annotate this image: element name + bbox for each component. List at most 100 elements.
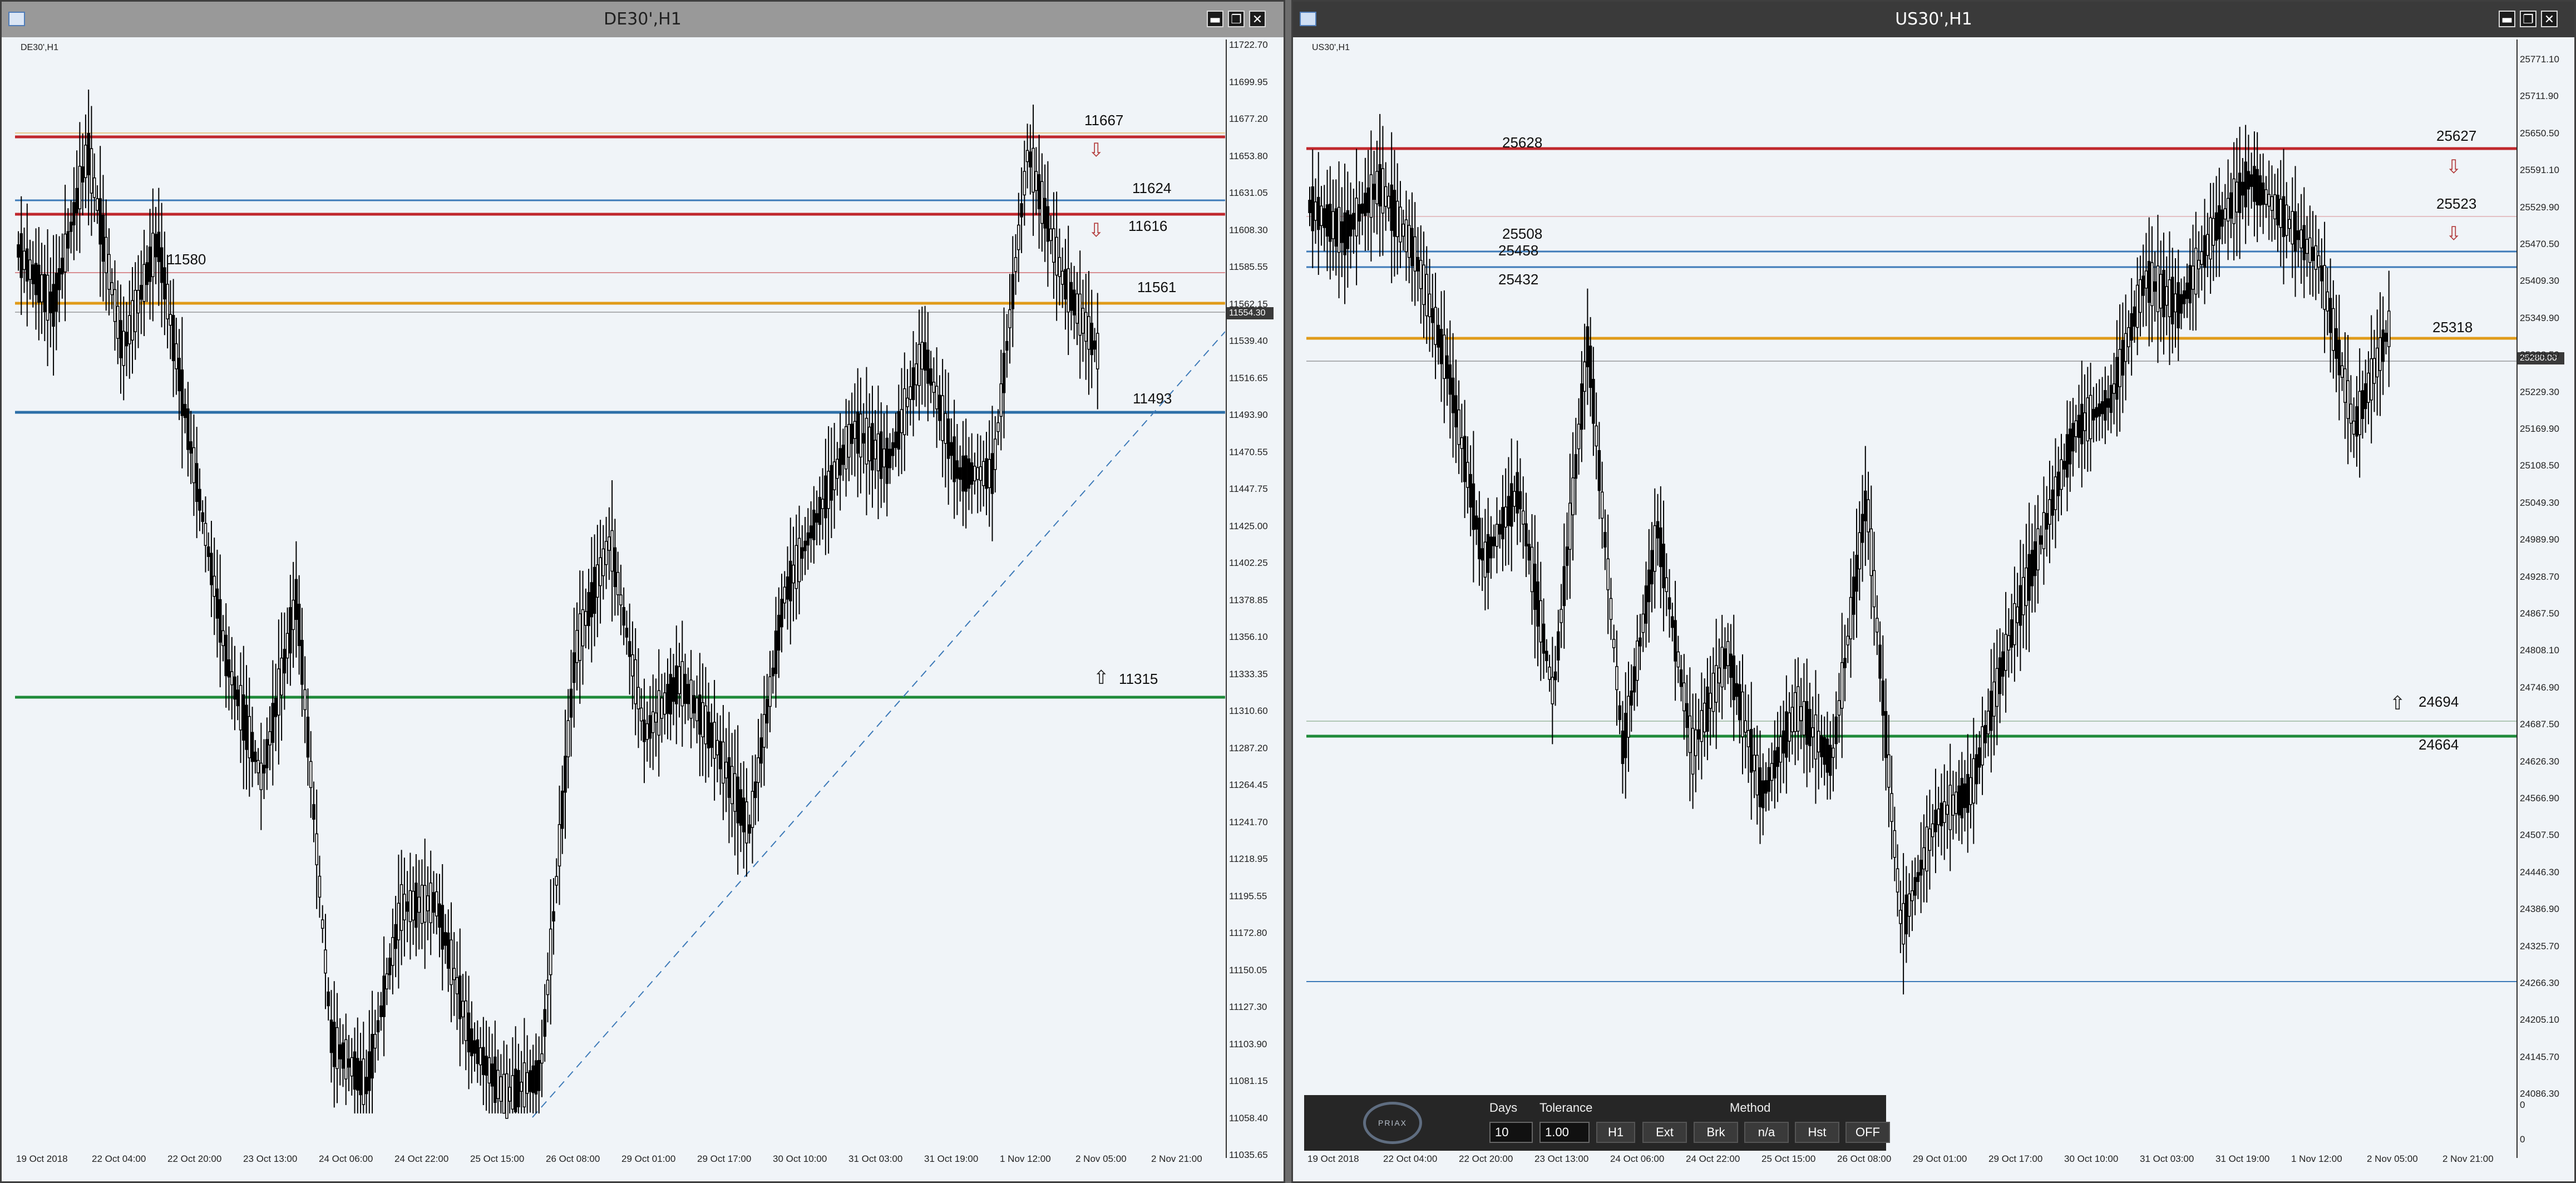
candle-body (2308, 237, 2312, 263)
time-axis-label: 2 Nov 05:00 (2367, 1154, 2418, 1164)
candle-body (78, 165, 82, 210)
price-axis-label: 11058.40 (1229, 1112, 1268, 1123)
candle-body (1981, 726, 1984, 766)
candle-body (28, 259, 32, 280)
level-label-25627: 25627 (2436, 127, 2477, 144)
hst-button[interactable]: Hst (1795, 1122, 1839, 1143)
price-axis-line (1226, 40, 1227, 1158)
sub-axis-label: 0 (2520, 1100, 2525, 1110)
candle-body (1553, 671, 1557, 681)
candle-body (529, 1070, 532, 1092)
candle-body (2048, 499, 2051, 525)
candle-body (675, 665, 678, 704)
candle-body (1509, 483, 1513, 527)
time-axis-label: 24 Oct 22:00 (1686, 1154, 1740, 1164)
candle-body (450, 939, 453, 985)
candle-body (613, 547, 617, 588)
candle-body (2370, 358, 2373, 401)
timeframe-h1-button[interactable]: H1 (1596, 1122, 1635, 1143)
candle-body (2302, 225, 2306, 260)
candle-body (195, 463, 199, 502)
candle-body (1457, 409, 1460, 445)
price-chart[interactable] (15, 40, 1225, 1147)
candle-body (1913, 877, 1917, 896)
minimize-button[interactable]: ▬ (2499, 11, 2515, 27)
candle-body (2226, 198, 2230, 221)
candle-body (1876, 618, 1879, 633)
candle-body (379, 1005, 383, 1017)
candle-body (1401, 223, 1405, 237)
candle-body (2381, 329, 2385, 362)
candle-body (1489, 536, 1493, 559)
candle-body (973, 466, 976, 481)
brk-button[interactable]: Brk (1694, 1122, 1738, 1143)
candle-body (394, 924, 397, 949)
level-label-11493: 11493 (1133, 390, 1172, 407)
price-axis[interactable]: 11554.30 11722.70 11699.95 11677.20 11653.8… (1226, 40, 1274, 1160)
tolerance-input[interactable] (1539, 1122, 1590, 1143)
close-button[interactable]: ✕ (1249, 11, 1266, 27)
candle-body (180, 369, 184, 416)
price-axis-label: 11241.70 (1229, 816, 1268, 827)
candle-body (1639, 637, 1642, 647)
candle-body (2174, 293, 2177, 313)
candle-body (128, 315, 131, 344)
candle-body (259, 762, 263, 790)
candle-body (1530, 546, 1534, 593)
candle-body (192, 447, 196, 484)
price-axis-label: 25529.90 (2520, 201, 2559, 213)
candle-body (134, 289, 137, 332)
candle-body (1495, 524, 1499, 547)
ext-button[interactable]: Ext (1642, 1122, 1687, 1143)
candle-body (1568, 502, 1572, 550)
off-button[interactable]: OFF (1845, 1122, 1890, 1143)
candle-body (1443, 334, 1446, 379)
candle-body (1422, 264, 1425, 305)
candle-body (1790, 707, 1794, 732)
candle-body (1046, 206, 1050, 242)
candle-body (1814, 714, 1818, 760)
sub-axis-label: 0 (2520, 1134, 2525, 1145)
time-axis[interactable]: 19 Oct 2018 22 Oct 04:00 22 Oct 20:00 23 Oc… (1306, 1149, 2517, 1171)
candle-body (63, 233, 67, 273)
price-axis-label: 25169.90 (2520, 423, 2559, 434)
price-axis-label: 11127.30 (1229, 1002, 1267, 1012)
maximize-button[interactable]: ❐ (2520, 11, 2536, 27)
candle-body (1650, 550, 1654, 585)
candle-body (2247, 171, 2251, 190)
candle-body (1052, 228, 1055, 263)
candle-body (1767, 767, 1771, 792)
candle-body (1431, 308, 1434, 323)
close-button[interactable]: ✕ (2541, 11, 2558, 27)
price-axis[interactable]: 25280.00 0 0 25771.10 25711.90 25650.50 255… (2516, 40, 2564, 1158)
candle-body (955, 460, 959, 479)
candle-body (2244, 161, 2247, 208)
price-chart[interactable] (1306, 40, 2516, 1147)
price-axis-label: 24266.30 (2520, 978, 2559, 988)
days-input[interactable] (1489, 1122, 1533, 1143)
chart-window-de30[interactable]: DE30',H1 ▬ ❐ ✕ DE30',H1 11667 ⇩ 11624 11… (0, 0, 1285, 1183)
candle-body (789, 560, 792, 602)
time-axis[interactable]: 19 Oct 2018 22 Oct 04:00 22 Oct 20:00 23 Oc… (15, 1149, 1226, 1171)
candle-body (1557, 631, 1560, 660)
maximize-button[interactable]: ❐ (1228, 11, 1245, 27)
candle-body (2299, 229, 2303, 249)
candle-body (745, 801, 748, 844)
candle-body (1454, 395, 1458, 428)
chart-window-us30[interactable]: US30',H1 ▬ ❐ ✕ US30',H1 25628 25627 ⇩ 25… (1291, 0, 2576, 1183)
title-bar[interactable]: DE30',H1 ▬ ❐ ✕ (2, 2, 1284, 37)
price-axis-label: 11631.05 (1229, 188, 1268, 198)
candle-body (478, 1047, 482, 1066)
candle-body (248, 716, 251, 758)
price-axis-label: 25591.10 (2520, 165, 2559, 176)
na-button[interactable]: n/a (1744, 1122, 1789, 1143)
candle-body (1811, 727, 1814, 737)
title-bar[interactable]: US30',H1 ▬ ❐ ✕ (1293, 2, 2574, 37)
indicator-panel[interactable]: PRIAX Days Tolerance Method H1 Ext Brk n… (1304, 1095, 1890, 1151)
candle-body (2212, 218, 2215, 246)
candle-body (631, 654, 634, 677)
minimize-button[interactable]: ▬ (1207, 11, 1223, 27)
candle-body (2335, 328, 2338, 359)
candle-body (1043, 198, 1047, 229)
candle-body (569, 688, 573, 718)
